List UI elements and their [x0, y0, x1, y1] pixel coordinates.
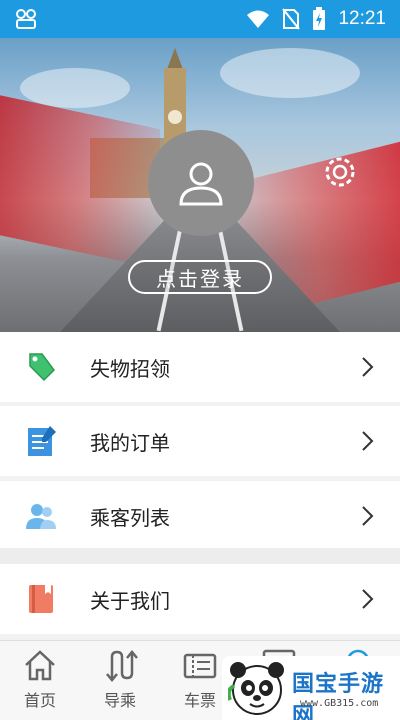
watermark-title: 国宝手游网 [292, 672, 385, 720]
chevron-right-icon [362, 589, 374, 609]
cloud [220, 48, 360, 98]
ticket-icon [183, 653, 217, 679]
login-button[interactable]: 点击登录 [128, 260, 272, 294]
cloud [20, 68, 130, 108]
passengers-icon [26, 504, 56, 529]
bus-motion-streak-left [0, 86, 160, 270]
lost-found-tag-icon [29, 353, 55, 382]
status-bar: 12:21 [0, 0, 400, 38]
menu-label: 乘客列表 [90, 505, 170, 530]
chevron-right-icon [362, 431, 374, 451]
status-time: 12:21 [338, 8, 386, 29]
site-watermark: 国宝手游网 www.GB315.com [222, 656, 400, 720]
order-document-icon [28, 426, 56, 456]
app-notification-icon [16, 9, 36, 29]
menu-item-passenger-list[interactable]: 乘客列表 [0, 481, 400, 551]
settings-gear-icon[interactable] [322, 154, 358, 190]
tab-label: 首页 [23, 691, 56, 710]
divider [0, 548, 400, 564]
no-sim-icon [282, 8, 301, 30]
tab-home[interactable]: 首页 [0, 641, 80, 720]
menu-item-about-us[interactable]: 关于我们 [0, 564, 400, 634]
menu-item-lost-found[interactable]: 失物招领 [0, 332, 400, 402]
home-icon [25, 650, 55, 681]
route-guide-icon [106, 650, 138, 682]
watermark-url: www.GB315.com [300, 698, 379, 709]
menu-label: 关于我们 [90, 588, 170, 613]
avatar[interactable] [148, 130, 254, 236]
tab-guide[interactable]: 导乘 [80, 641, 160, 720]
big-ben-clock [168, 110, 182, 124]
user-icon [179, 162, 223, 206]
panda-logo-icon [228, 662, 284, 715]
wifi-icon [247, 10, 270, 28]
tab-label: 导乘 [103, 691, 136, 710]
battery-charging-icon [313, 7, 326, 30]
menu-item-my-orders[interactable]: 我的订单 [0, 406, 400, 476]
chevron-right-icon [362, 357, 374, 377]
menu-label: 我的订单 [90, 430, 170, 455]
menu-label: 失物招领 [90, 356, 170, 381]
chevron-right-icon [362, 506, 374, 526]
about-book-icon [29, 585, 53, 613]
